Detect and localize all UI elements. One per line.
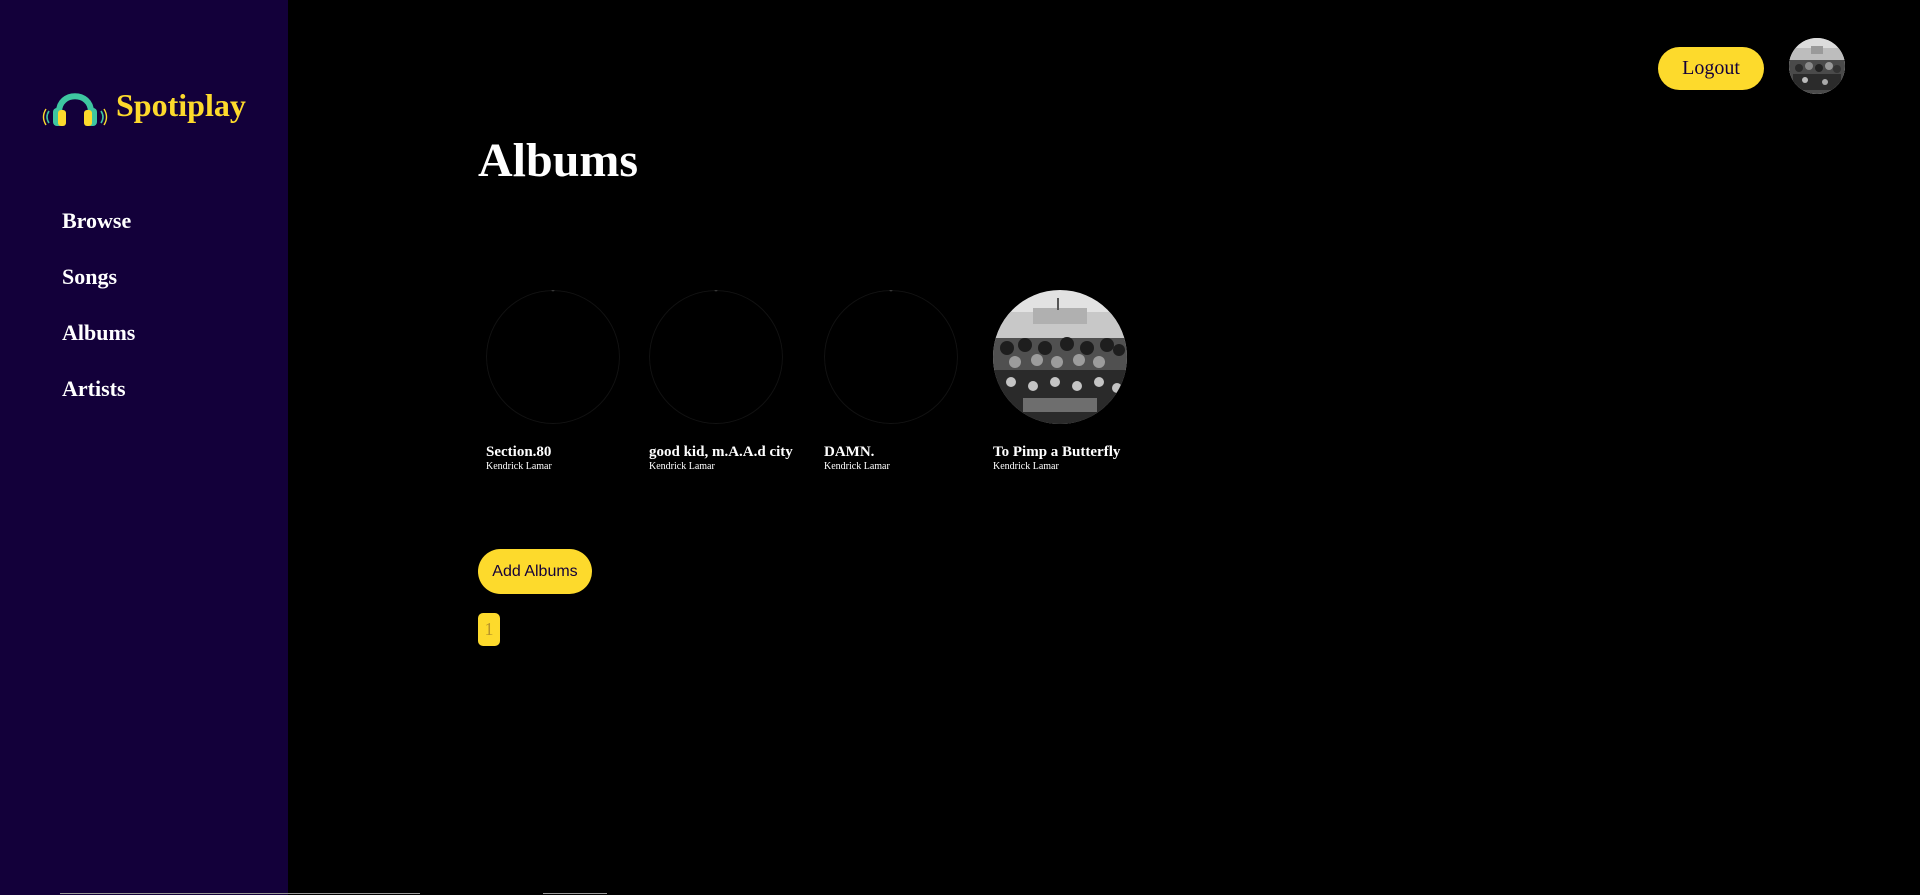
album-cover — [486, 290, 620, 424]
sidebar-item-browse[interactable]: Browse — [62, 206, 135, 262]
sidebar-item-artists[interactable]: Artists — [62, 374, 135, 430]
album-cover-photo — [993, 290, 1127, 424]
avatar-photo — [1789, 38, 1845, 94]
album-cover — [649, 290, 783, 424]
app-window: Spotiplay Browse Songs Albums Artists Lo… — [0, 0, 1920, 895]
user-avatar[interactable] — [1789, 38, 1845, 94]
album-artist: Kendrick Lamar — [486, 461, 552, 472]
album-cover — [993, 290, 1127, 424]
sidebar: Spotiplay Browse Songs Albums Artists — [0, 0, 288, 895]
sidebar-item-songs[interactable]: Songs — [62, 262, 135, 318]
album-card-good-kid[interactable]: good kid, m.A.A.d city Kendrick Lamar — [649, 290, 799, 473]
pagination-page-1[interactable]: 1 — [478, 613, 500, 646]
album-title: To Pimp a Butterfly — [993, 444, 1121, 460]
headphones-icon — [42, 93, 108, 126]
album-title: Section.80 — [486, 444, 552, 460]
album-card-to-pimp-a-butterfly[interactable]: To Pimp a Butterfly Kendrick Lamar — [993, 290, 1143, 473]
brand-logo[interactable]: Spotiplay — [42, 82, 246, 128]
divider — [60, 893, 420, 894]
album-card-damn[interactable]: DAMN. Kendrick Lamar — [824, 290, 974, 473]
add-albums-button[interactable]: Add Albums — [478, 549, 592, 594]
album-artist: Kendrick Lamar — [824, 461, 890, 472]
album-cover — [824, 290, 958, 424]
sidebar-nav: Browse Songs Albums Artists — [62, 206, 135, 430]
album-artist: Kendrick Lamar — [993, 461, 1059, 472]
album-card-section80[interactable]: Section.80 Kendrick Lamar — [486, 290, 636, 473]
logout-button[interactable]: Logout — [1658, 47, 1764, 90]
brand-name: Spotiplay — [116, 87, 246, 123]
album-title: DAMN. — [824, 444, 875, 460]
page-title: Albums — [478, 134, 639, 187]
album-artist: Kendrick Lamar — [649, 461, 715, 472]
album-title: good kid, m.A.A.d city — [649, 444, 793, 460]
sidebar-item-albums[interactable]: Albums — [62, 318, 135, 374]
divider — [543, 893, 607, 894]
